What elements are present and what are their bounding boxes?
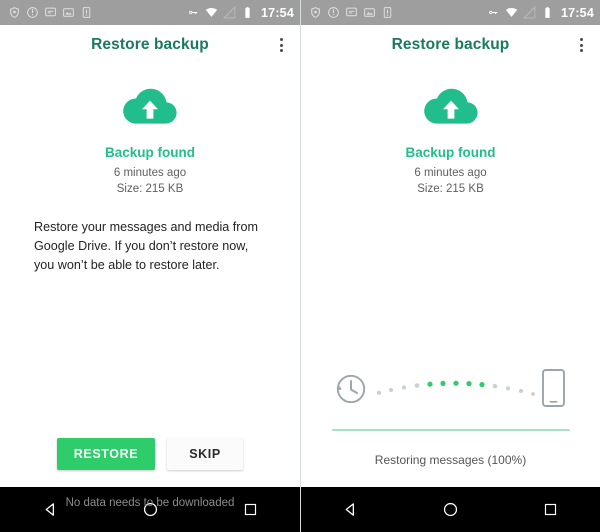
phone-screen-left: 17:54 Restore backup Backup found 6 minu…	[0, 0, 300, 532]
overflow-dot	[580, 38, 583, 41]
sim-card-icon	[82, 7, 91, 18]
backup-meta: 6 minutes ago Size: 215 KB	[114, 166, 186, 197]
download-alert-icon	[328, 7, 339, 18]
wifi-icon	[205, 8, 218, 17]
restore-progress-area: Restoring messages (100%)	[301, 365, 600, 467]
backup-timestamp: 6 minutes ago	[113, 167, 187, 179]
back-triangle-icon	[345, 503, 355, 516]
screenshot-icon	[364, 8, 375, 17]
status-bar-notifications	[309, 6, 487, 19]
wifi-icon	[505, 8, 518, 17]
download-alert-icon	[27, 7, 38, 18]
transfer-dots	[376, 380, 535, 396]
overflow-dot	[280, 38, 283, 41]
battery-icon	[545, 7, 550, 18]
battery-icon	[245, 7, 250, 18]
backup-found-heading: Backup found	[405, 145, 496, 160]
backup-size: Size: 215 KB	[116, 183, 184, 195]
home-button[interactable]	[129, 487, 171, 532]
backup-meta: 6 minutes ago Size: 215 KB	[414, 166, 486, 197]
shield-icon	[311, 7, 320, 18]
transfer-animation	[331, 365, 571, 413]
overflow-dot	[580, 49, 583, 52]
cloud-upload-icon	[423, 88, 478, 124]
signal-off-icon	[223, 6, 236, 19]
restore-button[interactable]: RESTORE	[57, 438, 155, 470]
status-bar-clock: 17:54	[561, 5, 594, 20]
restore-progress-label: Restoring messages (100%)	[374, 453, 527, 467]
recents-button[interactable]	[529, 487, 571, 532]
screenshot-comparison: 17:54 Restore backup Backup found 6 minu…	[0, 0, 600, 532]
action-buttons: RESTORE SKIP	[0, 438, 300, 470]
shield-icon	[10, 7, 19, 18]
restore-progress-bar	[331, 429, 570, 431]
navigation-bar	[0, 487, 300, 532]
overflow-dot	[280, 49, 283, 52]
more-options-button[interactable]	[277, 35, 286, 55]
status-bar-clock: 17:54	[261, 5, 294, 20]
home-circle-icon	[443, 502, 458, 517]
vpn-key-icon	[189, 10, 198, 15]
navigation-bar	[301, 487, 600, 532]
download-footnote: No data needs to be downloaded	[65, 497, 235, 509]
overflow-dot	[580, 43, 583, 47]
smartphone-icon	[541, 369, 565, 407]
backup-size: Size: 215 KB	[417, 183, 484, 195]
status-bar: 17:54	[301, 0, 600, 25]
overflow-dot	[280, 43, 283, 47]
page-title: Restore backup	[391, 36, 510, 53]
back-button[interactable]	[29, 487, 71, 532]
status-bar-system: 17:54	[187, 6, 294, 20]
restore-description: Restore your messages and media from Goo…	[34, 220, 258, 272]
recents-square-icon	[544, 503, 556, 516]
signal-off-icon	[523, 6, 536, 19]
backup-timestamp: 6 minutes ago	[414, 167, 487, 179]
restore-progress-fill	[331, 429, 570, 431]
cloud-upload-illustration	[120, 83, 180, 131]
status-bar: 17:54	[0, 0, 300, 25]
more-options-button[interactable]	[577, 35, 586, 55]
cloud-upload-illustration	[421, 83, 481, 131]
recents-button[interactable]	[229, 487, 271, 532]
restoring-progress-content: Backup found 6 minutes ago Size: 215 KB	[301, 65, 600, 487]
history-icon	[336, 374, 365, 404]
phone-screen-right: 17:54 Restore backup Backup found 6 minu…	[300, 0, 600, 532]
screenshot-icon	[63, 8, 74, 17]
sync-message-icon	[346, 7, 357, 17]
status-bar-notifications	[8, 6, 187, 19]
backup-found-heading: Backup found	[105, 145, 195, 160]
home-button[interactable]	[429, 487, 471, 532]
sim-card-icon	[383, 7, 392, 18]
restore-backup-content: Backup found 6 minutes ago Size: 215 KB …	[0, 65, 300, 509]
app-bar: Restore backup	[301, 25, 600, 65]
sync-message-icon	[45, 7, 56, 17]
app-bar: Restore backup	[0, 25, 300, 65]
page-title: Restore backup	[91, 36, 209, 53]
cloud-upload-icon	[123, 88, 177, 124]
back-button[interactable]	[330, 487, 372, 532]
skip-button[interactable]: SKIP	[167, 438, 243, 470]
status-bar-system: 17:54	[487, 6, 594, 20]
vpn-key-icon	[489, 10, 498, 15]
